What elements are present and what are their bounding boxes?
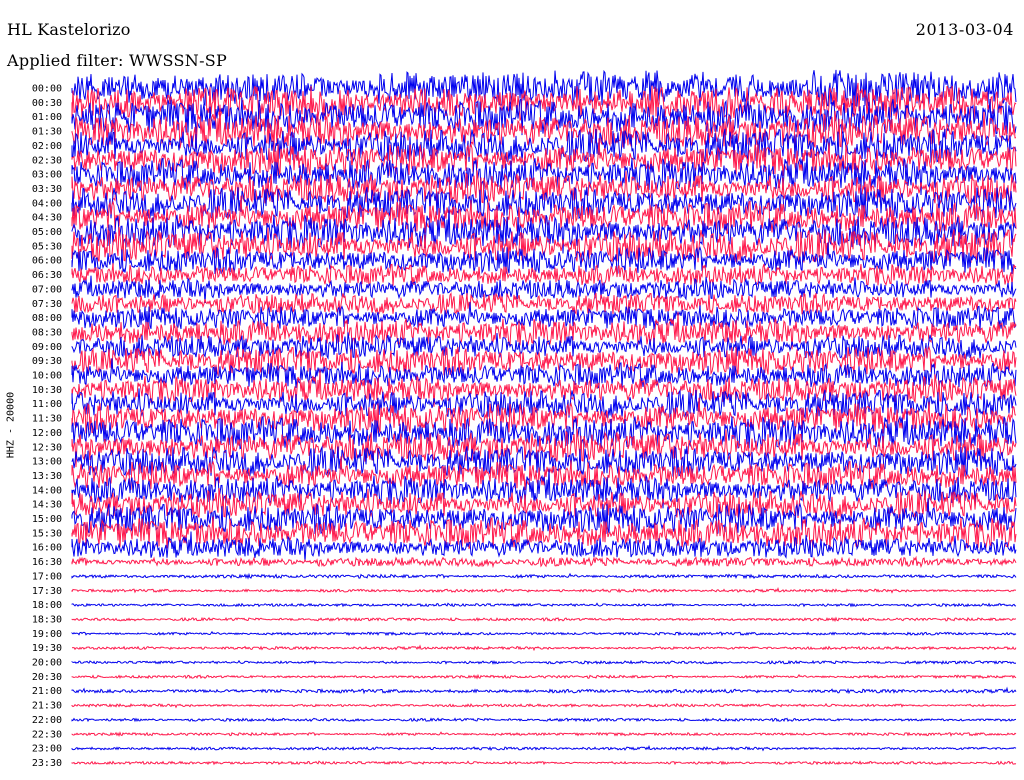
trace-2300: [71, 744, 1017, 752]
time-label-0600: 06:00: [32, 256, 62, 267]
time-label-0100: 01:00: [32, 112, 62, 123]
trace-1400: [71, 468, 1017, 509]
time-label-1730: 17:30: [32, 586, 62, 597]
time-label-1200: 12:00: [32, 428, 62, 439]
trace-1700: [71, 572, 1017, 580]
trace-2030: [71, 673, 1017, 680]
time-label-1930: 19:30: [32, 643, 62, 654]
time-label-1600: 16:00: [32, 543, 62, 554]
time-label-2330: 23:30: [32, 758, 62, 769]
time-label-0930: 09:30: [32, 356, 62, 367]
time-label-1830: 18:30: [32, 614, 62, 625]
trace-2230: [71, 731, 1017, 737]
time-label-1530: 15:30: [32, 528, 62, 539]
time-label-1900: 19:00: [32, 629, 62, 640]
helicorder-plot: 00:00 00:30 01:00 01:30 02:00 02:30 03:00 03:30…: [32, 69, 1017, 769]
time-label-0330: 03:30: [32, 184, 62, 195]
trace-0800: [71, 302, 1017, 331]
time-label-0700: 07:00: [32, 284, 62, 295]
time-label-0400: 04:00: [32, 198, 62, 209]
time-label-0430: 04:30: [32, 213, 62, 224]
time-label-1300: 13:00: [32, 457, 62, 468]
time-label-0000: 00:00: [32, 84, 62, 95]
time-label-0030: 00:30: [32, 98, 62, 109]
time-label-0730: 07:30: [32, 299, 62, 310]
time-label-2030: 20:30: [32, 672, 62, 683]
trace-1800: [71, 602, 1017, 608]
time-label-2200: 22:00: [32, 715, 62, 726]
trace-1900: [71, 630, 1017, 637]
time-label-1100: 11:00: [32, 399, 62, 410]
trace-2330: [71, 760, 1017, 766]
time-label-0530: 05:30: [32, 241, 62, 252]
time-label-2100: 21:00: [32, 686, 62, 697]
time-label-0230: 02:30: [32, 155, 62, 166]
trace-1630: [71, 555, 1017, 569]
time-label-0830: 08:30: [32, 327, 62, 338]
time-label-2130: 21:30: [32, 701, 62, 712]
trace-2130: [71, 702, 1017, 709]
time-label-2300: 23:00: [32, 744, 62, 755]
time-label-1700: 17:00: [32, 571, 62, 582]
time-label-1000: 10:00: [32, 371, 62, 382]
time-label-1400: 14:00: [32, 485, 62, 496]
trace-2200: [71, 717, 1017, 723]
time-label-1030: 10:30: [32, 385, 62, 396]
time-label-0200: 02:00: [32, 141, 62, 152]
time-label-1330: 13:30: [32, 471, 62, 482]
time-label-0900: 09:00: [32, 342, 62, 353]
time-label-1630: 16:30: [32, 557, 62, 568]
time-label-2230: 22:30: [32, 729, 62, 740]
time-label-0130: 01:30: [32, 127, 62, 138]
time-label-1230: 12:30: [32, 442, 62, 453]
time-label-0630: 06:30: [32, 270, 62, 281]
time-label-2000: 20:00: [32, 658, 62, 669]
trace-1330: [71, 456, 1017, 491]
time-label-1130: 11:30: [32, 414, 62, 425]
trace-1830: [71, 616, 1017, 623]
trace-2100: [71, 686, 1017, 695]
time-label-0500: 05:00: [32, 227, 62, 238]
trace-1730: [71, 586, 1017, 594]
trace-2000: [71, 659, 1017, 665]
time-label-0300: 03:00: [32, 170, 62, 181]
time-label-1800: 18:00: [32, 600, 62, 611]
trace-group: [71, 69, 1017, 766]
time-label-group: 00:00 00:30 01:00 01:30 02:00 02:30 03:00 03:30…: [32, 84, 62, 769]
time-label-1500: 15:00: [32, 514, 62, 525]
time-label-0800: 08:00: [32, 313, 62, 324]
trace-1930: [71, 644, 1017, 652]
time-label-1430: 14:30: [32, 500, 62, 511]
